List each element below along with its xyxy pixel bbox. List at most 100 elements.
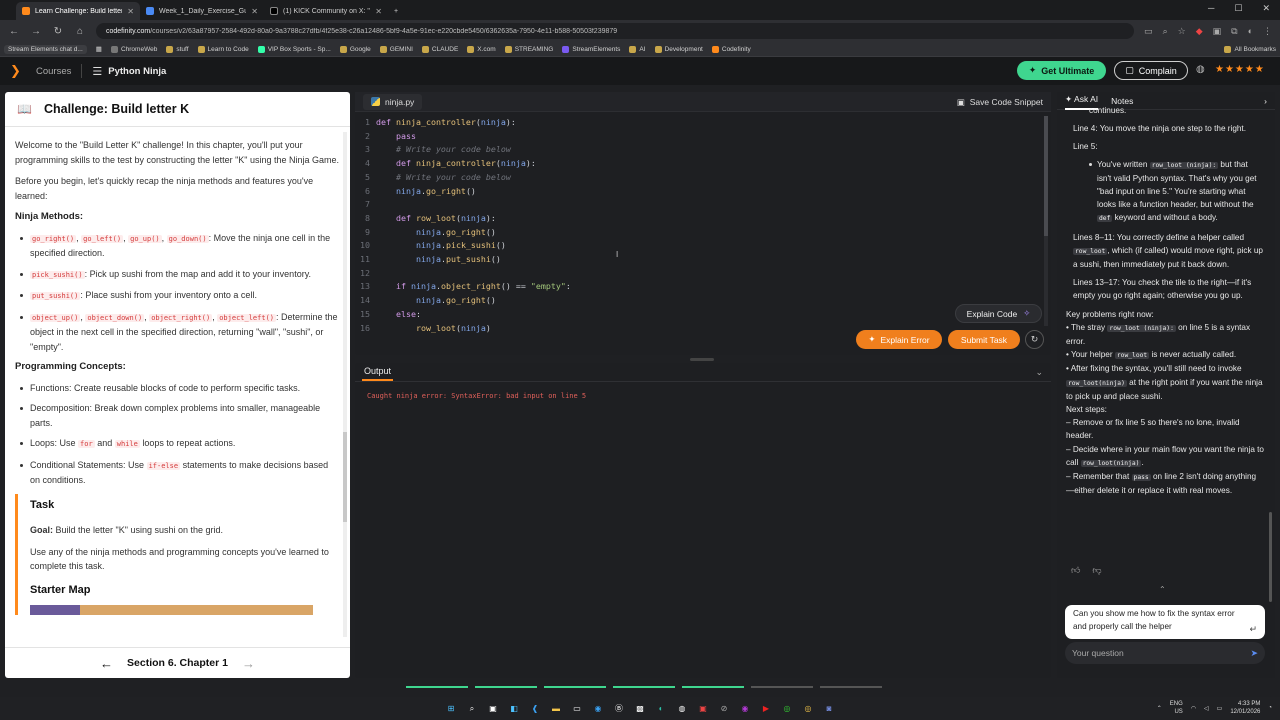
maximize-icon[interactable]: ☐ xyxy=(1234,3,1242,14)
progress-segment[interactable] xyxy=(544,686,606,688)
complain-button[interactable]: ▢ Complain xyxy=(1114,61,1188,80)
prev-chapter-arrow-icon[interactable]: ← xyxy=(100,656,113,671)
extension-icon[interactable]: ▣ xyxy=(1213,26,1222,37)
send-icon[interactable]: ➤ xyxy=(1250,648,1258,659)
code-line[interactable]: 15 else: xyxy=(355,308,571,322)
code-line[interactable]: 8 def row_loot(ninja): xyxy=(355,212,571,226)
url-field[interactable]: codefinity.com/courses/v2/63a87957-2584-… xyxy=(96,23,1135,39)
edge-icon[interactable]: ◐ xyxy=(654,702,668,716)
apps-grid-icon[interactable]: ▦ xyxy=(96,45,102,53)
reset-code-button[interactable]: ↻ xyxy=(1025,330,1044,349)
back-icon[interactable]: ← xyxy=(8,26,20,37)
taskview-icon[interactable]: ▣ xyxy=(486,702,500,716)
close-tab-icon[interactable]: ✕ xyxy=(251,7,258,16)
question-input[interactable]: Your question ➤ xyxy=(1065,642,1265,664)
code-line[interactable]: 3 # Write your code below xyxy=(355,143,571,157)
code-line[interactable]: 4 def ninja_controller(ninja): xyxy=(355,157,571,171)
submit-task-button[interactable]: Submit Task xyxy=(948,330,1020,349)
editor-scrollbar[interactable] xyxy=(1044,116,1048,326)
cast-icon[interactable]: ▭ xyxy=(1144,26,1153,37)
explain-code-button[interactable]: Explain Code ✧ xyxy=(955,304,1042,323)
code-line[interactable]: 11 ninja.put_sushi() xyxy=(355,253,571,267)
collapse-panel-icon[interactable]: › xyxy=(1264,96,1267,106)
explain-error-button[interactable]: ✦ Explain Error xyxy=(856,330,942,349)
bookmark-item[interactable]: Stream Elements chat d... xyxy=(4,44,87,54)
chrome-icon[interactable]: ◎ xyxy=(801,702,815,716)
windows-start-icon[interactable]: ⊞ xyxy=(444,702,458,716)
close-tab-icon[interactable]: ✕ xyxy=(127,7,134,16)
bookmark-item[interactable]: ChromeWeb xyxy=(110,45,157,53)
close-window-icon[interactable]: ✕ xyxy=(1262,3,1270,14)
bookmark-folder[interactable]: GEMINI xyxy=(379,45,413,53)
bookmark-item[interactable]: VIP Box Sports - Sp... xyxy=(257,45,331,53)
panel-splitter[interactable] xyxy=(690,358,714,361)
all-bookmarks[interactable]: All Bookmarks xyxy=(1224,45,1276,53)
browser-tab-week1[interactable]: Week_1_Daily_Exercise_Guide.d ✕ xyxy=(140,2,264,20)
thumbs-down-icon[interactable]: 👎︎ xyxy=(1092,565,1101,576)
language-indicator[interactable]: ENG US xyxy=(1170,700,1183,716)
progress-segment[interactable] xyxy=(613,686,675,688)
bookmark-folder[interactable]: X.com xyxy=(467,45,496,53)
bookmark-folder[interactable]: stuff xyxy=(166,45,189,53)
code-line[interactable]: 14 ninja.go_right() xyxy=(355,294,571,308)
browser-tab-kick[interactable]: (1) KICK Community on X: "@p ✕ xyxy=(264,2,388,20)
new-tab-button[interactable]: + xyxy=(388,2,408,20)
bookmark-folder[interactable]: STREAMING xyxy=(504,45,553,53)
clock[interactable]: 4:33 PM 12/01/2026 xyxy=(1230,700,1260,716)
discord-icon[interactable]: ◙ xyxy=(822,702,836,716)
code-line[interactable]: 7 xyxy=(355,198,571,212)
get-ultimate-button[interactable]: ✦ Get Ultimate xyxy=(1017,61,1106,80)
code-line[interactable]: 9 ninja.go_right() xyxy=(355,226,571,240)
code-line[interactable]: 1 def ninja_controller(ninja): xyxy=(355,116,571,130)
bookmark-folder[interactable]: AI xyxy=(629,45,646,53)
app-icon[interactable]: ⊘ xyxy=(717,702,731,716)
wifi-icon[interactable]: ◠ xyxy=(1191,705,1196,712)
courses-link[interactable]: Courses xyxy=(36,66,71,77)
minimize-icon[interactable]: ─ xyxy=(1208,3,1214,14)
bookmark-folder[interactable]: Learn to Code xyxy=(197,45,249,53)
ai-scrollbar[interactable] xyxy=(1269,512,1272,602)
bookmark-item[interactable]: Codefinity xyxy=(711,45,751,53)
globe-icon[interactable]: ◍ xyxy=(1196,64,1205,75)
progress-segment[interactable] xyxy=(751,686,813,688)
codefinity-logo-icon[interactable]: ❯ xyxy=(10,63,28,79)
code-line[interactable]: 13 if ninja.object_right() == "empty": xyxy=(355,280,571,294)
code-line[interactable]: 2 pass xyxy=(355,130,571,144)
reload-icon[interactable]: ↻ xyxy=(52,26,64,37)
progress-segment[interactable] xyxy=(475,686,537,688)
terminal-icon[interactable]: ▭ xyxy=(570,702,584,716)
lesson-scrollbar[interactable] xyxy=(343,132,347,637)
notifications-icon[interactable]: ◔ xyxy=(1268,705,1272,711)
hamburger-menu-icon[interactable]: ☰ xyxy=(92,65,102,78)
chevron-up-icon[interactable]: ⌃ xyxy=(1157,705,1162,712)
app-icon[interactable]: ▶ xyxy=(759,702,773,716)
progress-segment[interactable] xyxy=(682,686,744,688)
battery-icon[interactable]: ▭ xyxy=(1217,705,1223,712)
code-line[interactable]: 5 # Write your code below xyxy=(355,171,571,185)
volume-icon[interactable]: ◁ xyxy=(1204,705,1209,712)
app-icon[interactable]: ◉ xyxy=(591,702,605,716)
thumbs-up-icon[interactable]: 👍︎ xyxy=(1071,565,1080,576)
steam-icon[interactable]: ◍ xyxy=(675,702,689,716)
app-icon[interactable]: ◉ xyxy=(738,702,752,716)
output-tab[interactable]: Output xyxy=(362,363,394,381)
profile-icon[interactable]: ◐ xyxy=(1248,26,1253,37)
file-explorer-icon[interactable]: ▬ xyxy=(549,702,563,716)
file-tab[interactable]: ninja.py xyxy=(363,93,423,110)
code-line[interactable]: 6 ninja.go_right() xyxy=(355,185,571,199)
extension-icon[interactable]: ◆ xyxy=(1196,26,1203,37)
close-tab-icon[interactable]: ✕ xyxy=(375,7,382,16)
search-icon[interactable]: ⌕ xyxy=(465,702,479,716)
forward-icon[interactable]: → xyxy=(30,26,42,37)
bookmark-folder[interactable]: Development xyxy=(654,45,703,53)
bookmark-folder[interactable]: CLAUDE xyxy=(421,45,458,53)
zoom-icon[interactable]: ⌕ xyxy=(1163,26,1168,37)
bookmark-folder[interactable]: Google xyxy=(339,45,371,53)
code-line[interactable]: 12 xyxy=(355,267,571,281)
save-snippet-button[interactable]: ▣ Save Code Snippet xyxy=(957,97,1043,108)
menu-kebab-icon[interactable]: ⋮ xyxy=(1263,26,1272,37)
chevron-down-icon[interactable]: ⌄ xyxy=(1035,367,1043,378)
app-icon[interactable]: ▣ xyxy=(696,702,710,716)
code-line[interactable]: 10 ninja.pick_sushi() xyxy=(355,239,571,253)
code-line[interactable]: 16 row_loot(ninja) xyxy=(355,322,571,336)
